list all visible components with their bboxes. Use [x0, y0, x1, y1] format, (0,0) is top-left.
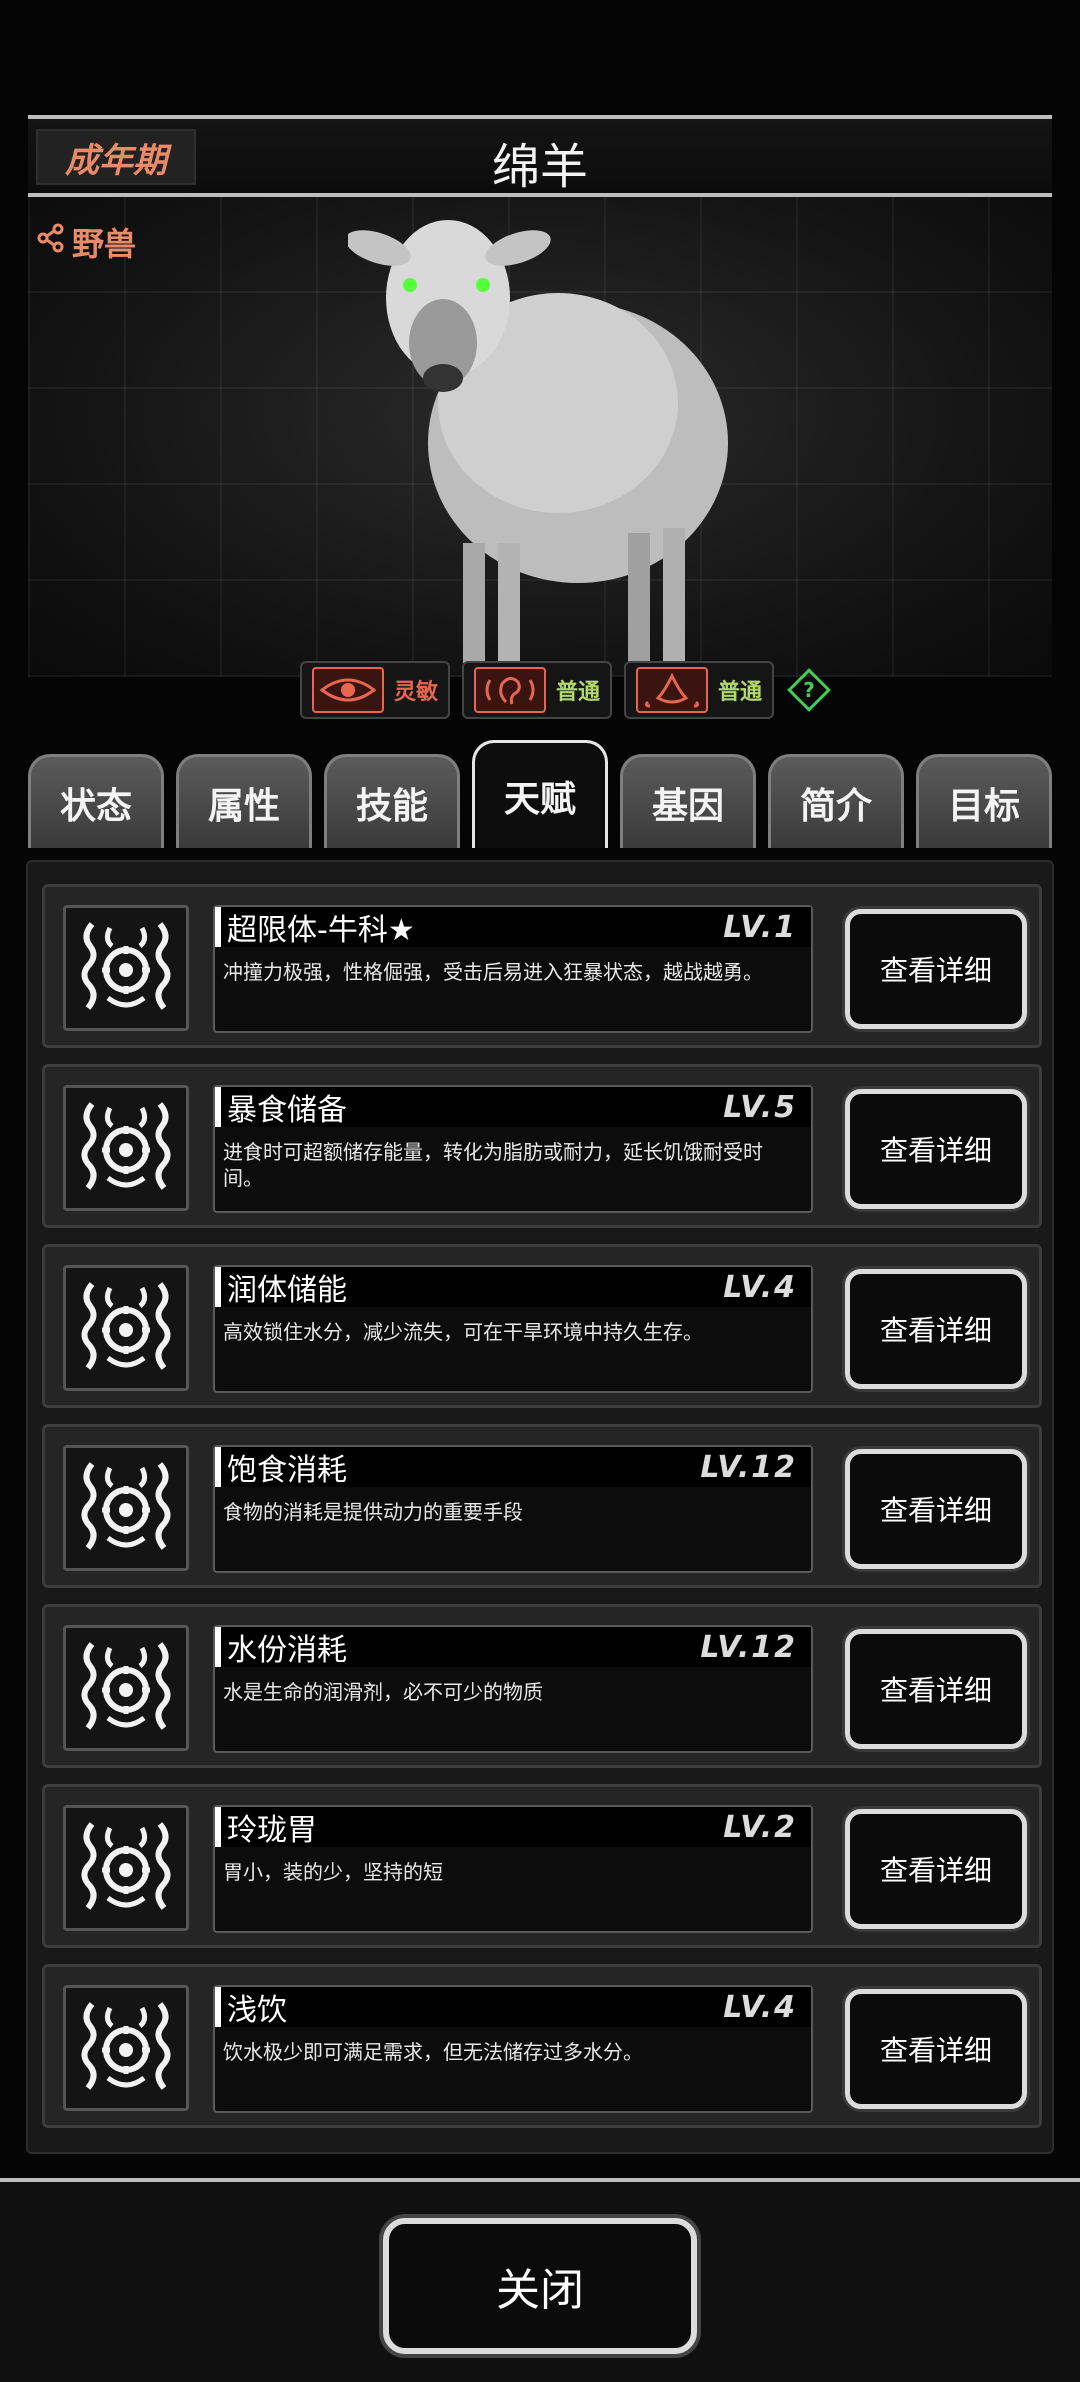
talent-list[interactable]: 超限体-牛科★ LV.1 冲撞力极强，性格倔强，受击后易进入狂暴状态，越战越勇。…: [26, 860, 1054, 2154]
talent-item: 超限体-牛科★ LV.1 冲撞力极强，性格倔强，受击后易进入狂暴状态，越战越勇。…: [42, 884, 1042, 1048]
close-button[interactable]: 关闭: [383, 2218, 697, 2354]
creature-portrait: 野兽: [28, 197, 1052, 677]
talent-name: 润体储能: [227, 1273, 347, 1308]
talent-description: 胃小，装的少，坚持的短: [223, 1860, 443, 1884]
talent-description: 食物的消耗是提供动力的重要手段: [223, 1500, 523, 1524]
talent-level: LV.2: [723, 1809, 797, 1845]
talent-item: 水份消耗 LV.12 水是生命的润滑剂，必不可少的物质 查看详细: [42, 1604, 1042, 1768]
trait-vision[interactable]: 灵敏: [300, 661, 451, 719]
view-details-button[interactable]: 查看详细: [845, 1629, 1027, 1749]
view-details-button[interactable]: 查看详细: [845, 1809, 1027, 1929]
talent-description: 饮水极少即可满足需求，但无法储存过多水分。: [223, 2040, 643, 2064]
talent-emblem-icon: [63, 1445, 189, 1571]
sense-traits: 灵敏 普通 普通 ?: [300, 660, 832, 720]
talent-level: LV.4: [723, 1989, 797, 2025]
page-title: 绵羊: [491, 139, 588, 195]
eye-icon: [312, 667, 384, 713]
talent-name: 超限体-牛科★: [227, 913, 415, 948]
sheep-image: [348, 220, 728, 663]
talent-level: LV.12: [700, 1449, 797, 1485]
trait-hearing[interactable]: 普通: [462, 661, 613, 719]
tab-goals[interactable]: 目标: [916, 754, 1052, 848]
tab-talents[interactable]: 天赋: [472, 740, 608, 848]
tab-genes[interactable]: 基因: [620, 754, 756, 848]
talent-item: 润体储能 LV.4 高效锁住水分，减少流失，可在干旱环境中持久生存。 查看详细: [42, 1244, 1042, 1408]
talent-level: LV.12: [700, 1629, 797, 1665]
view-details-button[interactable]: 查看详细: [845, 1089, 1027, 1209]
talent-item: 玲珑胃 LV.2 胃小，装的少，坚持的短 查看详细: [42, 1784, 1042, 1948]
footer-bar: 关闭: [0, 2178, 1080, 2382]
talent-emblem-icon: [63, 1805, 189, 1931]
talent-emblem-icon: [63, 905, 189, 1031]
svg-text:?: ?: [803, 678, 815, 702]
trait-smell[interactable]: 普通: [624, 661, 775, 719]
tab-status[interactable]: 状态: [28, 754, 164, 848]
talent-description: 进食时可超额储存能量，转化为脂肪或耐力，延长饥饿耐受时间。: [223, 1140, 763, 1190]
species-tag[interactable]: 野兽: [36, 219, 136, 265]
talent-description: 水是生命的润滑剂，必不可少的物质: [223, 1680, 543, 1704]
view-details-button[interactable]: 查看详细: [845, 1449, 1027, 1569]
talent-description: 高效锁住水分，减少流失，可在干旱环境中持久生存。: [223, 1320, 703, 1344]
tab-intro[interactable]: 简介: [768, 754, 904, 848]
talent-level: LV.5: [723, 1089, 797, 1125]
view-details-button[interactable]: 查看详细: [845, 1269, 1027, 1389]
share-icon: [36, 223, 66, 261]
tab-skills[interactable]: 技能: [324, 754, 460, 848]
ear-icon: [474, 667, 547, 713]
talent-description: 冲撞力极强，性格倔强，受击后易进入狂暴状态，越战越勇。: [223, 960, 763, 984]
talent-name: 暴食储备: [227, 1093, 347, 1128]
talent-item: 暴食储备 LV.5 进食时可超额储存能量，转化为脂肪或耐力，延长饥饿耐受时间。 …: [42, 1064, 1042, 1228]
talent-level: LV.1: [723, 909, 797, 945]
talent-item: 浅饮 LV.4 饮水极少即可满足需求，但无法储存过多水分。 查看详细: [42, 1964, 1042, 2128]
nose-icon: [636, 667, 709, 713]
talent-name: 饱食消耗: [227, 1453, 347, 1488]
species-label: 野兽: [72, 225, 137, 263]
talent-emblem-icon: [63, 1625, 189, 1751]
talent-item: 饱食消耗 LV.12 食物的消耗是提供动力的重要手段 查看详细: [42, 1424, 1042, 1588]
view-details-button[interactable]: 查看详细: [845, 909, 1027, 1029]
talent-level: LV.4: [723, 1269, 797, 1305]
talent-emblem-icon: [63, 1085, 189, 1211]
question-icon[interactable]: ?: [786, 667, 832, 713]
talent-emblem-icon: [63, 1985, 189, 2111]
talent-emblem-icon: [63, 1265, 189, 1391]
talent-name: 浅饮: [227, 1993, 287, 2028]
view-details-button[interactable]: 查看详细: [845, 1989, 1027, 2109]
talent-name: 水份消耗: [227, 1633, 347, 1668]
header-bar: 成年期 绵羊: [28, 115, 1052, 197]
tab-bar: 状态 属性 技能 天赋 基因 简介 目标: [28, 740, 1052, 848]
talent-name: 玲珑胃: [227, 1813, 317, 1848]
tab-attributes[interactable]: 属性: [176, 754, 312, 848]
